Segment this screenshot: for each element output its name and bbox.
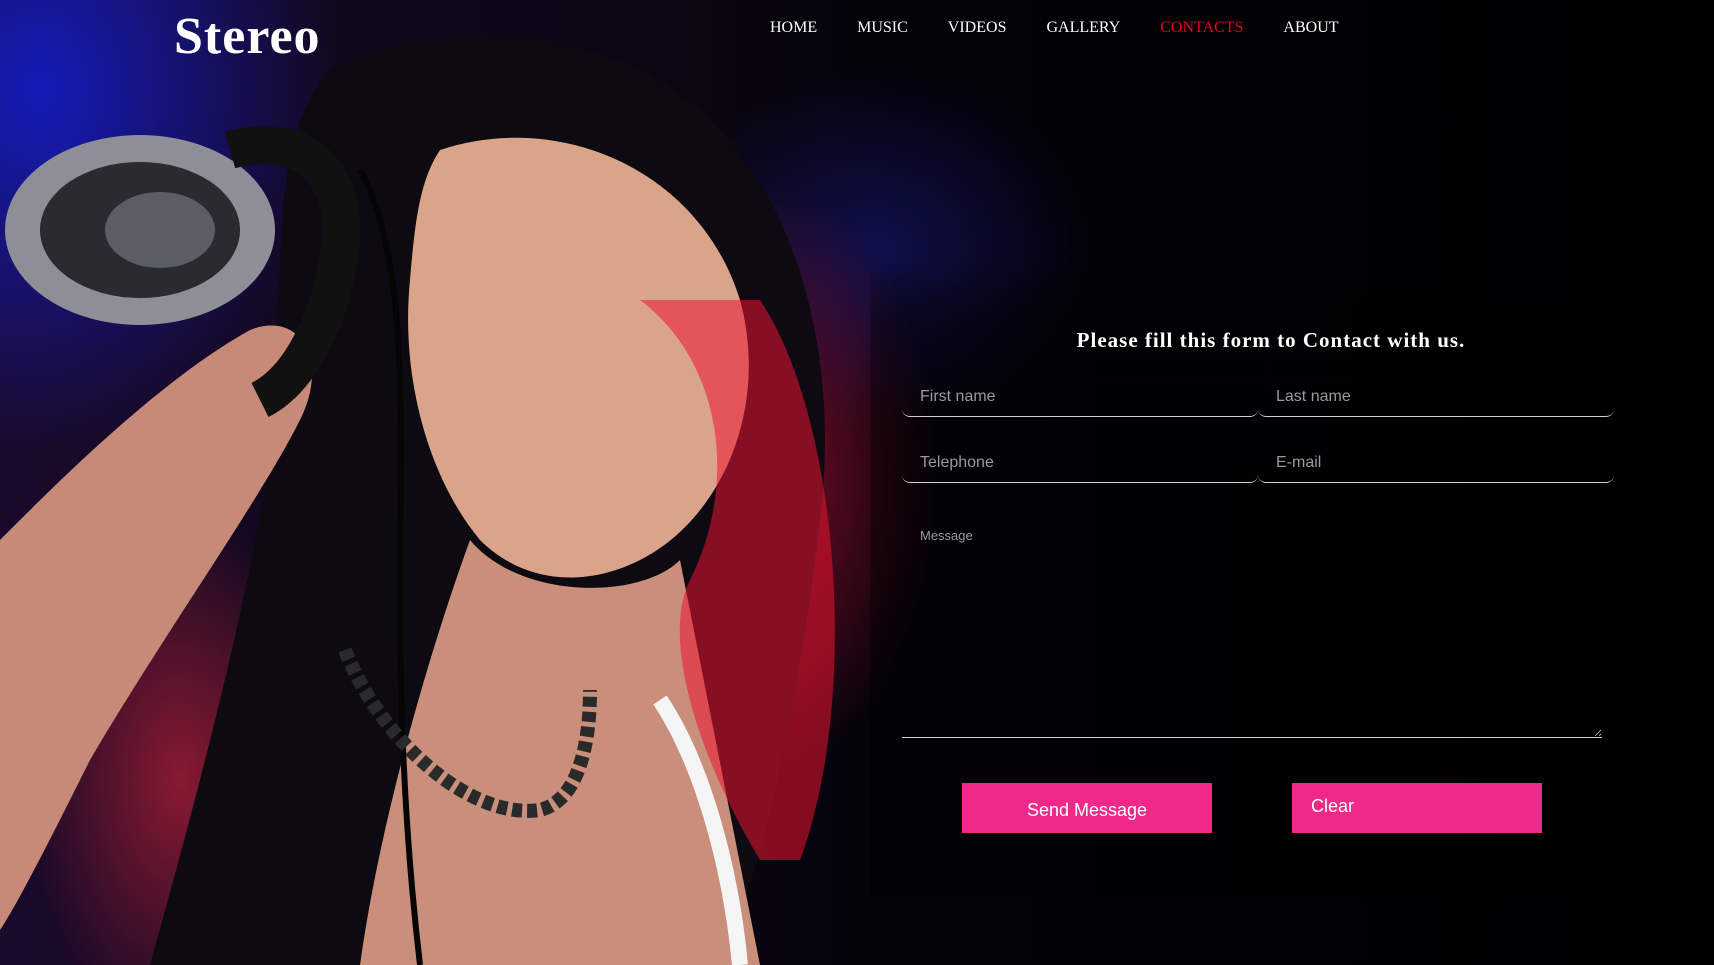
first-name-field[interactable] bbox=[902, 377, 1258, 417]
nav-link-gallery[interactable]: GALLERY bbox=[1026, 16, 1140, 40]
main-nav: HOME MUSIC VIDEOS GALLERY CONTACTS ABOUT bbox=[762, 16, 1359, 40]
site-logo[interactable]: Stereo bbox=[174, 6, 321, 68]
nav-link-contacts[interactable]: CONTACTS bbox=[1140, 16, 1263, 40]
send-message-button[interactable]: Send Message bbox=[962, 783, 1212, 833]
form-title: Please fill this form to Contact with us… bbox=[1076, 328, 1466, 352]
nav-item-music: MUSIC bbox=[837, 16, 928, 40]
telephone-field[interactable] bbox=[902, 443, 1258, 483]
last-name-field[interactable] bbox=[1258, 377, 1614, 417]
nav-item-contacts: CONTACTS bbox=[1140, 16, 1263, 40]
nav-link-home[interactable]: HOME bbox=[762, 16, 837, 40]
nav-link-videos[interactable]: VIDEOS bbox=[928, 16, 1027, 40]
clear-button[interactable]: Clear bbox=[1292, 783, 1542, 833]
nav-item-gallery: GALLERY bbox=[1026, 16, 1140, 40]
email-field[interactable] bbox=[1258, 443, 1614, 483]
nav-item-videos: VIDEOS bbox=[928, 16, 1027, 40]
message-field[interactable] bbox=[902, 518, 1602, 738]
nav-link-about[interactable]: ABOUT bbox=[1263, 16, 1358, 40]
nav-item-home: HOME bbox=[762, 16, 837, 40]
nav-link-music[interactable]: MUSIC bbox=[837, 16, 928, 40]
nav-item-about: ABOUT bbox=[1263, 16, 1358, 40]
headphone-center-shape bbox=[105, 192, 215, 268]
